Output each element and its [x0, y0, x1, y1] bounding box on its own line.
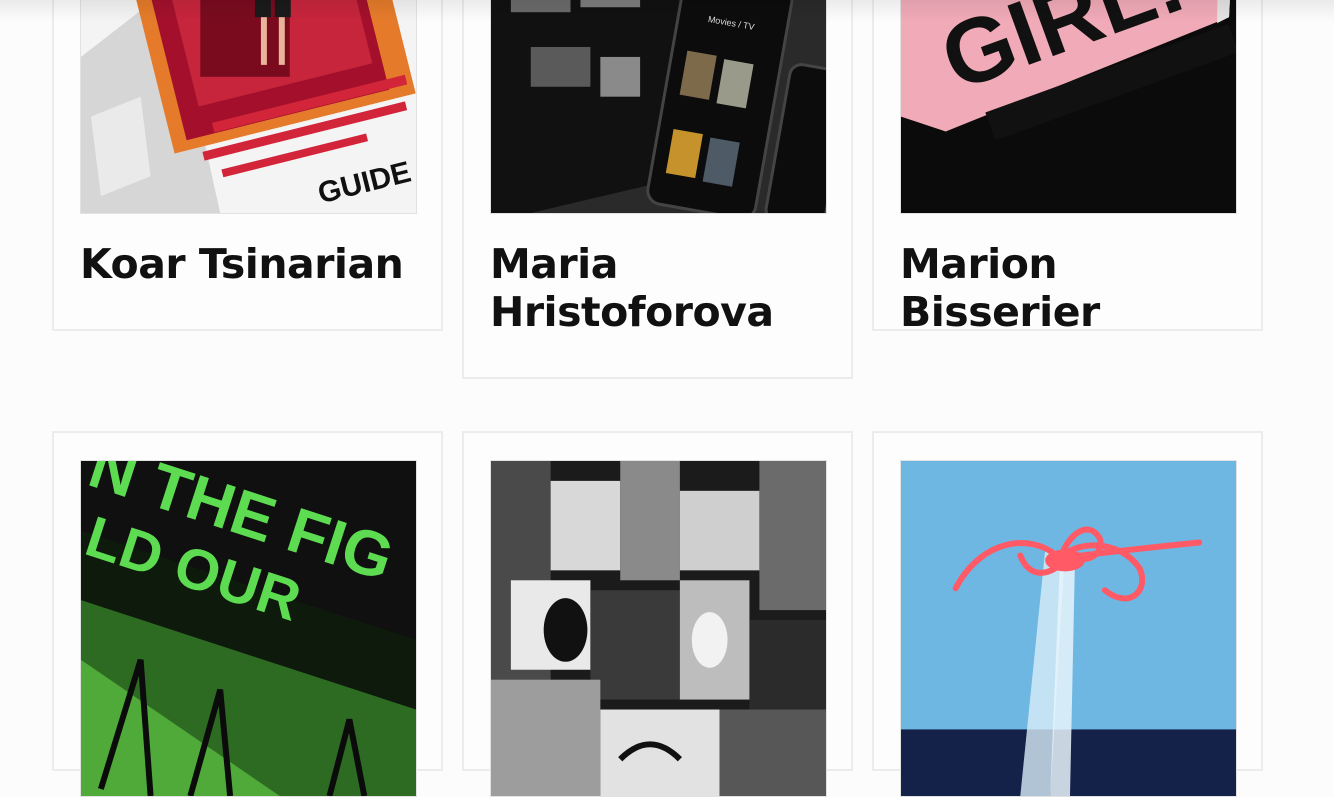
designer-card-marion-bisserier[interactable]: GIRL! Marion Bisserier: [872, 0, 1263, 336]
project-thumbnail[interactable]: Movies / TV: [490, 0, 827, 214]
project-thumbnail[interactable]: N THE FIG LD OUR: [80, 460, 417, 797]
knotted-tube-sculpture-image: [901, 461, 1236, 796]
designer-card-6[interactable]: [872, 431, 1263, 797]
designer-card-5[interactable]: [462, 431, 853, 797]
designer-card-4[interactable]: N THE FIG LD OUR: [52, 431, 443, 797]
designer-card-koar-tsinarian[interactable]: GUIDE Koar Tsinarian: [52, 0, 443, 331]
green-protest-poster-image: N THE FIG LD OUR: [81, 461, 416, 796]
project-thumbnail[interactable]: GIRL!: [900, 0, 1237, 214]
fashion-poster-image: GUIDE: [81, 0, 416, 213]
designer-name[interactable]: Koar Tsinarian: [80, 240, 420, 288]
streaming-app-mockup-image: Movies / TV: [491, 0, 826, 213]
monochrome-collage-image: [491, 461, 826, 796]
project-thumbnail[interactable]: GUIDE: [80, 0, 417, 214]
designer-name[interactable]: Marion Bisserier: [900, 240, 1240, 336]
pink-book-cover-image: GIRL!: [901, 0, 1236, 213]
project-thumbnail[interactable]: [900, 460, 1237, 797]
designer-card-maria-hristoforova[interactable]: Movies / TV Maria Hristoforova: [462, 0, 853, 379]
project-thumbnail[interactable]: [490, 460, 827, 797]
designer-name[interactable]: Maria Hristoforova: [490, 240, 830, 336]
